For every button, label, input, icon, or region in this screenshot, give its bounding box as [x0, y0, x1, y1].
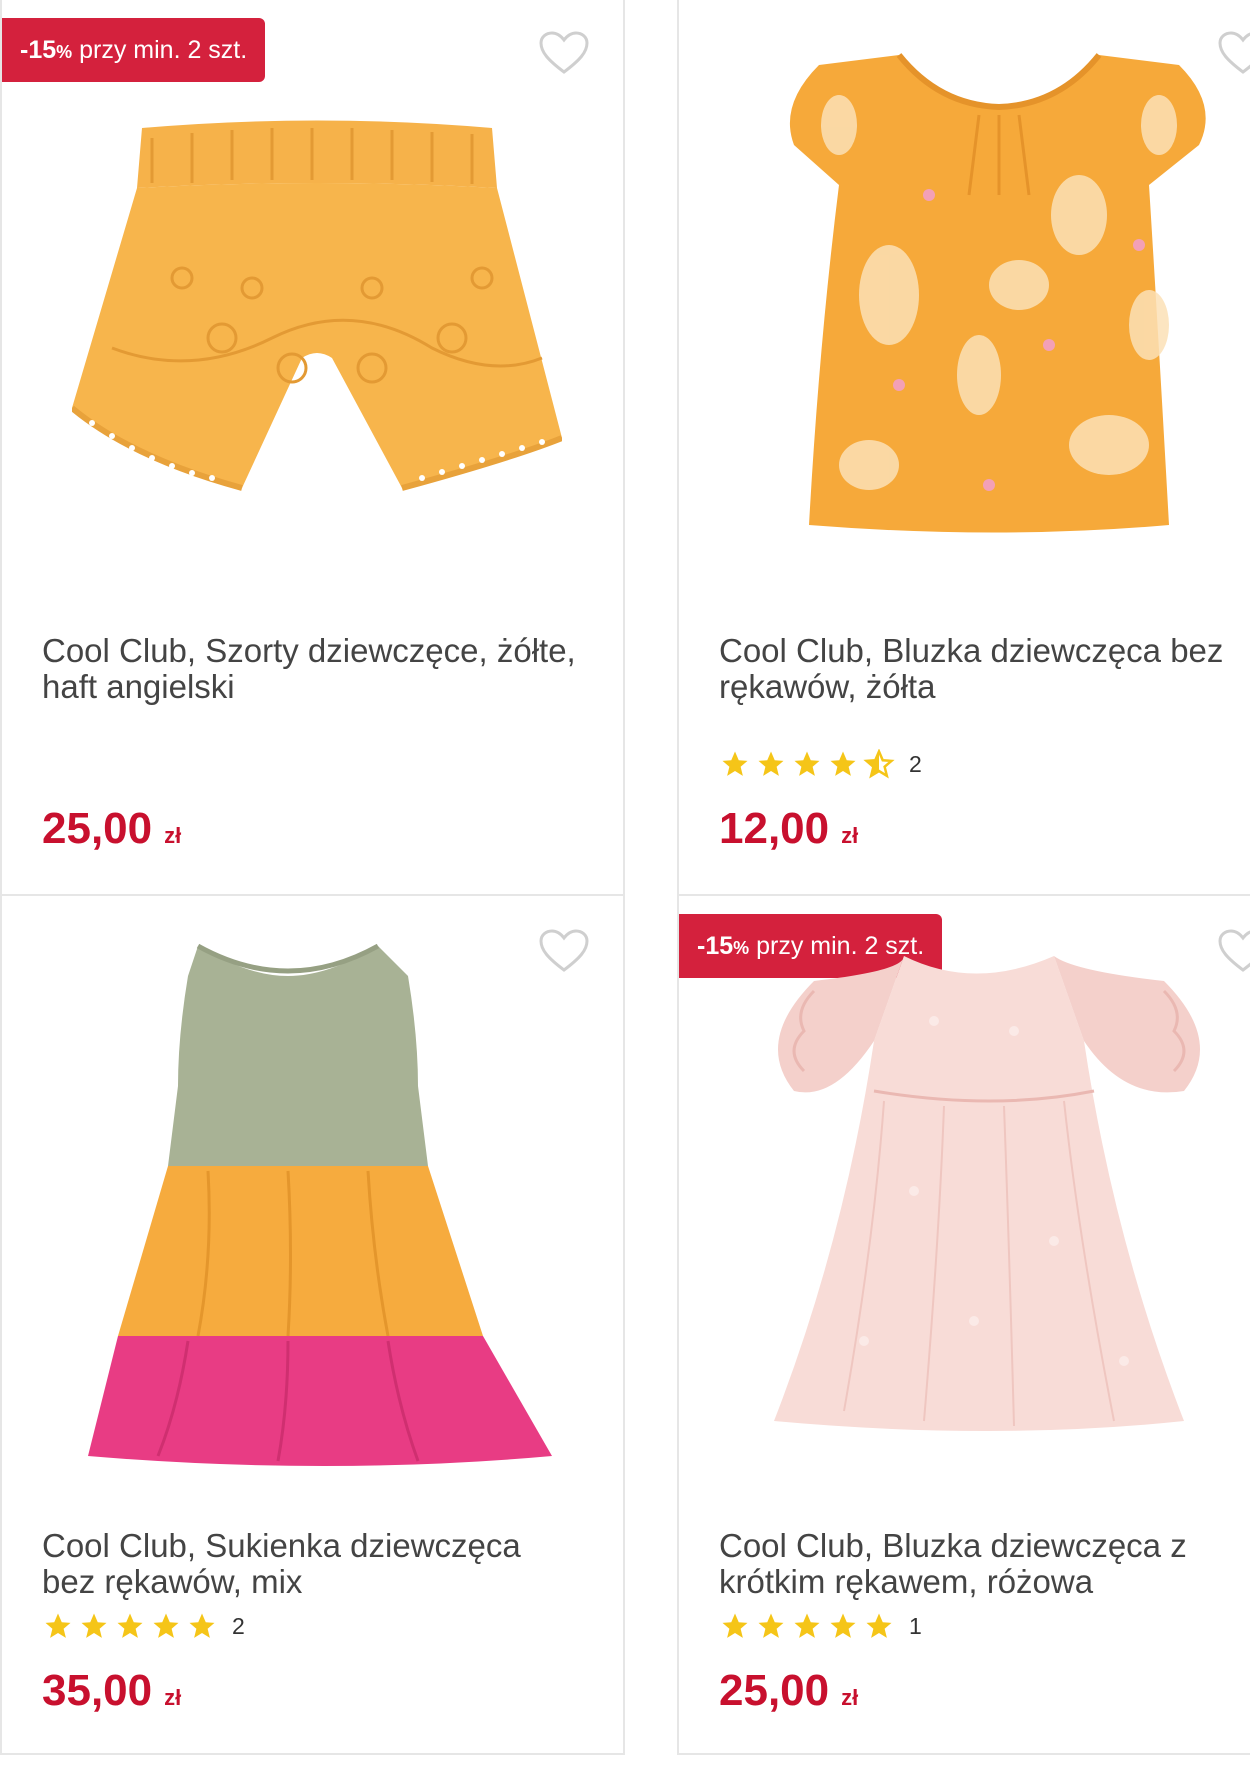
product-title[interactable]: Cool Club, Bluzka dziewczęca bez rękawów… — [719, 633, 1250, 705]
price-value: 35,00 — [42, 1666, 153, 1715]
price-value: 12,00 — [719, 804, 830, 853]
product-price: 12,00 zł — [719, 804, 858, 861]
ruffle-blouse-icon[interactable] — [754, 941, 1224, 1431]
price-value: 25,00 — [719, 1666, 830, 1715]
star-icon — [42, 1611, 74, 1641]
star-icon — [827, 749, 859, 779]
product-title[interactable]: Cool Club, Bluzka dziewczęca z krótkim r… — [719, 1528, 1250, 1600]
promo-badge: -15% przy min. 2 szt. — [2, 18, 266, 82]
blouse-icon[interactable] — [779, 45, 1219, 535]
star-icon — [150, 1611, 182, 1641]
price-currency: zł — [841, 823, 859, 848]
price-currency: zł — [164, 1685, 182, 1710]
star-icon — [827, 1611, 859, 1641]
badge-percent: -15% — [20, 36, 73, 64]
price-value: 25,00 — [42, 804, 153, 853]
star-icon — [114, 1611, 146, 1641]
heart-icon[interactable] — [1217, 30, 1250, 76]
rating-count: 2 — [232, 1612, 245, 1639]
star-icon — [755, 749, 787, 779]
product-title[interactable]: Cool Club, Szorty dziewczęce, żółte, haf… — [42, 633, 582, 705]
product-price: 25,00 zł — [42, 804, 181, 861]
star-icon — [186, 1611, 218, 1641]
price-currency: zł — [164, 823, 182, 848]
product-price: 25,00 zł — [719, 1666, 858, 1723]
star-icon — [791, 1611, 823, 1641]
rating-count: 2 — [909, 750, 922, 777]
rating: 2 — [42, 1610, 245, 1642]
star-icon — [719, 749, 751, 779]
star-half-icon — [863, 749, 895, 779]
shorts-icon[interactable] — [72, 118, 562, 498]
star-icon — [755, 1611, 787, 1641]
badge-percent: -15% — [697, 932, 750, 960]
star-icon — [719, 1611, 751, 1641]
product-title[interactable]: Cool Club, Sukienka dziewczęca bez rękaw… — [42, 1528, 582, 1600]
product-card[interactable]: -15% przy min. 2 szt. Cool Club, Szorty … — [0, 0, 625, 898]
price-currency: zł — [841, 1685, 859, 1710]
star-icon — [863, 1611, 895, 1641]
badge-text: przy min. 2 szt. — [79, 36, 248, 64]
rating: 2 — [719, 748, 922, 780]
star-icon — [791, 749, 823, 779]
heart-icon[interactable] — [538, 30, 590, 76]
product-card[interactable]: Cool Club, Bluzka dziewczęca bez rękawów… — [677, 0, 1250, 898]
rating: 1 — [719, 1610, 922, 1642]
product-card[interactable]: Cool Club, Sukienka dziewczęca bez rękaw… — [0, 894, 625, 1755]
product-card[interactable]: -15% przy min. 2 szt. Cool Club, Bluzka … — [677, 894, 1250, 1755]
dress-icon[interactable] — [88, 936, 552, 1471]
product-price: 35,00 zł — [42, 1666, 181, 1723]
rating-count: 1 — [909, 1612, 922, 1639]
star-icon — [78, 1611, 110, 1641]
